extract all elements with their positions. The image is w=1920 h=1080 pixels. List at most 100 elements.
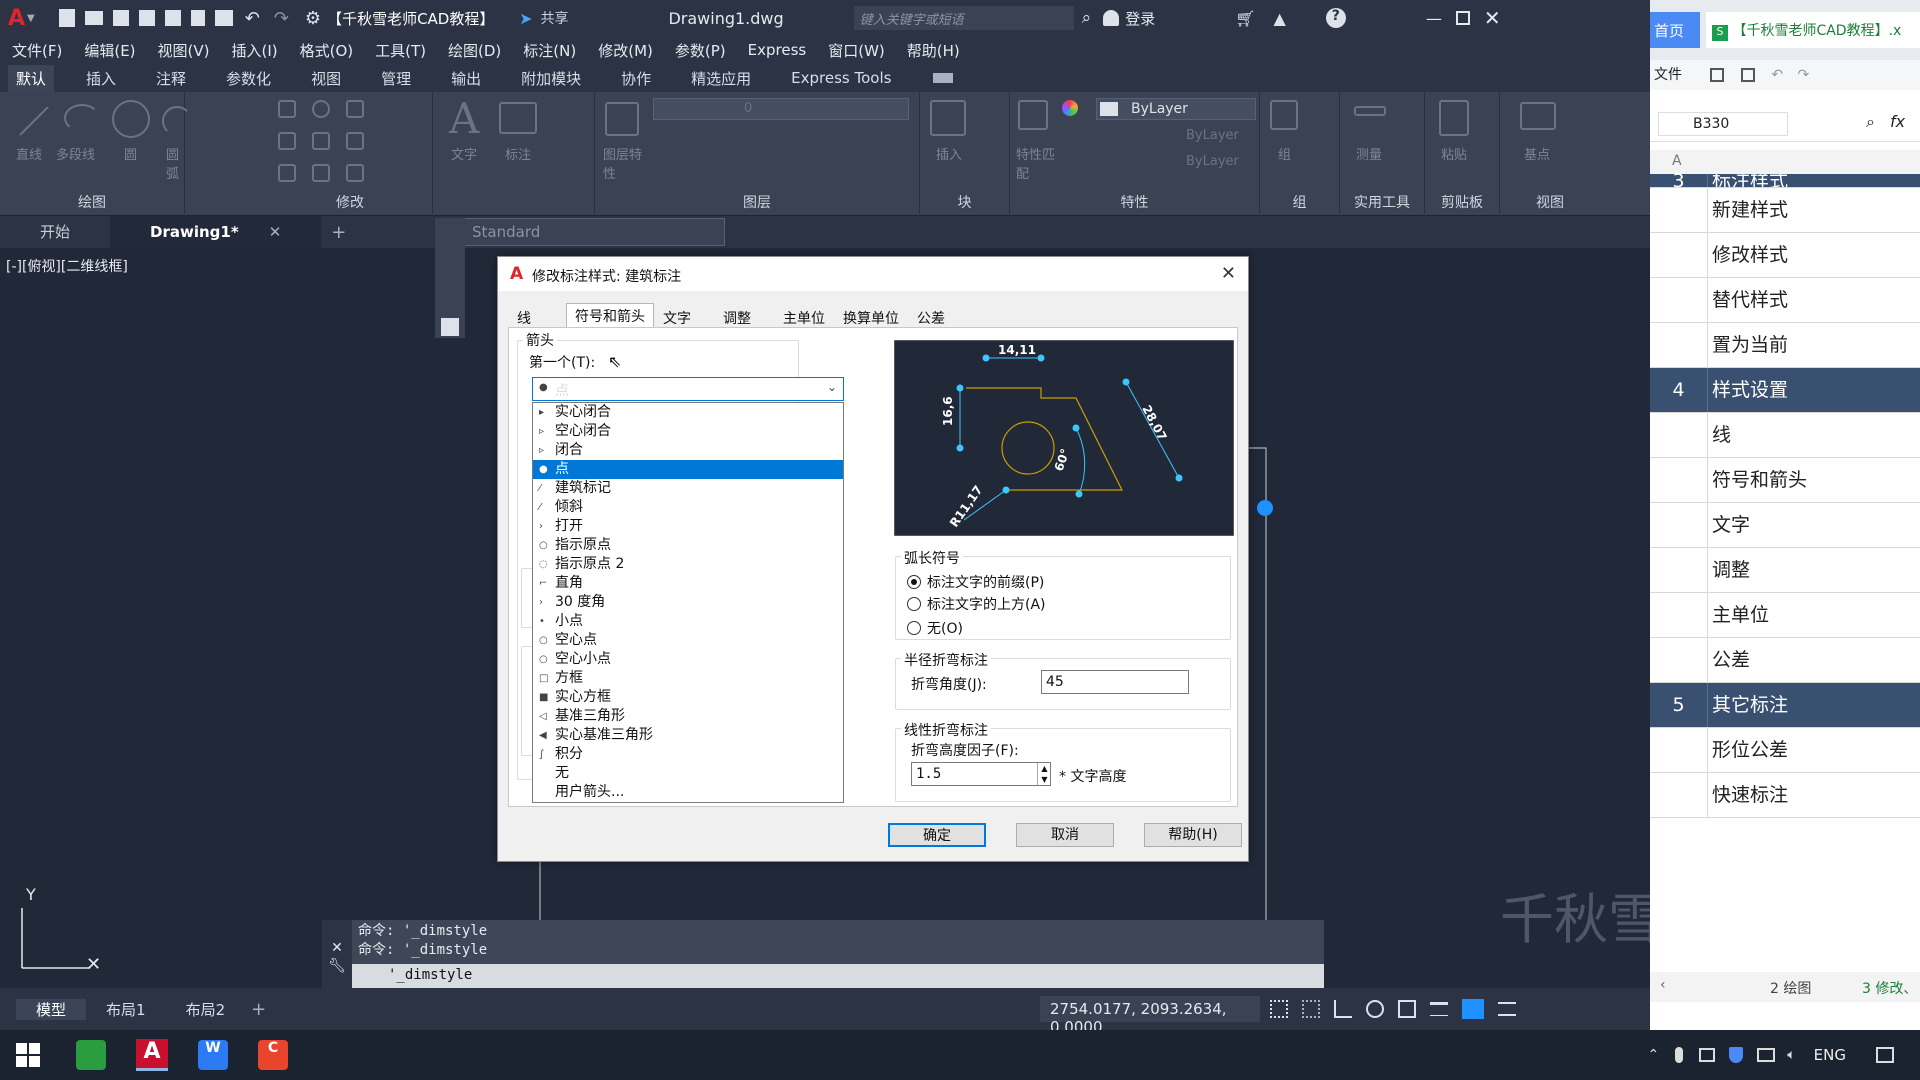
measure-label[interactable]: 测量	[1356, 144, 1382, 163]
sheet-tab-3[interactable]: 3 修改、	[1862, 978, 1917, 998]
arrowhead-option[interactable]: ▹ 闭合	[533, 441, 843, 460]
close-command-icon[interactable]: ✕	[322, 940, 352, 956]
arrowhead-option[interactable]: ○ 空心点	[533, 631, 843, 650]
tab-start[interactable]: 开始	[0, 216, 110, 248]
arrowhead-option[interactable]: ▹ 空心闭合	[533, 422, 843, 441]
jog-angle-input[interactable]: 45	[1041, 670, 1189, 694]
arrowhead-option[interactable]: ⁄ 倾斜	[533, 498, 843, 517]
polar-icon[interactable]	[1366, 1000, 1384, 1018]
search-input[interactable]: 键入关键字或短语	[853, 6, 1074, 30]
polyline-icon[interactable]	[64, 104, 100, 132]
panel-groups-label[interactable]: 组	[1260, 192, 1339, 212]
panel-properties-label[interactable]: 特性	[1010, 192, 1259, 212]
chevron-down-icon[interactable]: ▼	[27, 13, 35, 24]
camtasia-icon[interactable]	[76, 1040, 106, 1070]
redo-icon[interactable]: ↷	[1798, 67, 1810, 83]
circle-tool-label[interactable]: 圆	[124, 144, 137, 163]
tab-tolerances[interactable]: 公差	[908, 305, 954, 327]
move-icon[interactable]	[278, 100, 296, 118]
display-icon[interactable]	[1757, 1048, 1776, 1062]
chevron-down-icon[interactable]: ⌄	[827, 380, 837, 394]
wrench-icon[interactable]: 🔧︎	[322, 958, 352, 974]
lineweight-dropdown[interactable]: ByLayer	[1096, 152, 1256, 174]
spreadsheet-row[interactable]: 新建样式	[1650, 188, 1920, 233]
close-tab-icon[interactable]: ✕	[269, 223, 282, 241]
arrowhead-option[interactable]: ■ 实心方框	[533, 688, 843, 707]
match-properties-icon[interactable]	[1018, 100, 1048, 130]
tab-primary-units[interactable]: 主单位	[774, 305, 834, 327]
redo-icon[interactable]: ↷	[274, 8, 289, 29]
undo-icon[interactable]: ↶	[1771, 67, 1783, 83]
zoom-icon[interactable]: ⌕	[1866, 112, 1875, 132]
ribbon-tab-home[interactable]: 默认	[8, 64, 55, 92]
panel-layers-label[interactable]: 图层	[595, 192, 919, 212]
minimize-icon[interactable]: —	[1426, 9, 1442, 28]
menu-help[interactable]: 帮助(H)	[907, 40, 960, 61]
microphone-icon[interactable]	[1675, 1047, 1684, 1063]
help-button[interactable]: 帮助(H)	[1144, 823, 1242, 847]
fx-icon[interactable]: fx	[1890, 112, 1905, 131]
ribbon-tab-addins[interactable]: 附加模块	[513, 65, 589, 92]
arrowhead-option[interactable]: ● 点	[533, 460, 843, 479]
spreadsheet-row[interactable]: 符号和箭头	[1650, 458, 1920, 503]
base-point-label[interactable]: 基点	[1524, 144, 1550, 163]
paste-icon[interactable]	[1439, 100, 1469, 136]
print-icon[interactable]	[1740, 68, 1755, 82]
spreadsheet-row[interactable]: 4 样式设置	[1650, 368, 1920, 413]
panel-clipboard-label[interactable]: 剪贴板	[1425, 192, 1499, 212]
ribbon-tab-insert[interactable]: 插入	[78, 65, 124, 92]
tab-lines[interactable]: 线	[508, 305, 566, 327]
jog-factor-spinner[interactable]: ▲ ▼	[1037, 763, 1051, 785]
arrowhead-option[interactable]: ◀ 实心基准三角形	[533, 726, 843, 745]
insert-block-icon[interactable]	[930, 100, 966, 136]
dialog-close-icon[interactable]: ✕	[1221, 263, 1236, 284]
add-layout-icon[interactable]: +	[251, 999, 266, 1020]
ortho-icon[interactable]	[1334, 1000, 1352, 1018]
home-tab[interactable]: 首页	[1650, 12, 1700, 48]
ribbon-tab-view[interactable]: 视图	[303, 65, 349, 92]
user-icon[interactable]	[1103, 10, 1120, 26]
spreadsheet-row[interactable]: 3 标注样式	[1650, 172, 1920, 191]
menu-window[interactable]: 窗口(W)	[828, 40, 885, 61]
arrowhead-option[interactable]: ◌ 指示原点 2	[533, 555, 843, 574]
color-dropdown[interactable]: ByLayer	[1096, 98, 1256, 120]
stretch-icon[interactable]	[278, 164, 296, 182]
network-icon[interactable]	[1699, 1048, 1716, 1062]
recorder-icon[interactable]: C	[258, 1040, 288, 1070]
arc-above-radio[interactable]: 标注文字的上方(A)	[907, 594, 1046, 614]
workbook-tab[interactable]: S 【千秋雪老师CAD教程】.x	[1706, 12, 1920, 48]
spreadsheet-row[interactable]: 线	[1650, 413, 1920, 458]
panel-view-label[interactable]: 视图	[1500, 192, 1600, 212]
maximize-icon[interactable]	[1455, 11, 1470, 25]
text-style-dropdown[interactable]: Standard	[435, 218, 725, 246]
arrowhead-option[interactable]: ∫ 积分	[533, 745, 843, 764]
polyline-tool-label[interactable]: 多段线	[56, 144, 95, 163]
linetype-dropdown[interactable]: ByLayer	[1096, 126, 1256, 148]
shield-icon[interactable]	[1729, 1047, 1744, 1063]
line-icon[interactable]	[19, 106, 49, 136]
command-input[interactable]: '_dimstyle	[352, 964, 1324, 988]
send-icon[interactable]: ➤	[519, 9, 532, 28]
lineweight-icon[interactable]	[1430, 1002, 1448, 1016]
ribbon-tab-parametric[interactable]: 参数化	[218, 65, 279, 92]
spreadsheet-row[interactable]: 形位公差	[1650, 728, 1920, 773]
tab-alternate-units[interactable]: 换算单位	[834, 305, 908, 327]
menu-modify[interactable]: 修改(M)	[598, 40, 653, 61]
sheet-nav-left-icon[interactable]: ‹	[1660, 977, 1666, 993]
save-icon[interactable]	[1710, 68, 1725, 82]
login-link[interactable]: 登录	[1125, 8, 1155, 29]
paste-label[interactable]: 粘贴	[1441, 144, 1467, 163]
arrowhead-option[interactable]: › 打开	[533, 517, 843, 536]
arrowhead-option[interactable]: 用户箭头...	[533, 783, 843, 802]
menu-file[interactable]: 文件(F)	[12, 40, 62, 61]
new-file-icon[interactable]	[58, 9, 75, 27]
open-file-icon[interactable]	[84, 11, 103, 25]
spreadsheet-row[interactable]: 文字	[1650, 503, 1920, 548]
spreadsheet-row[interactable]: 置为当前	[1650, 323, 1920, 368]
panel-toggle-icon[interactable]	[933, 73, 954, 83]
panel-modify-label[interactable]: 修改	[268, 192, 432, 212]
ribbon-tab-annotate[interactable]: 注释	[148, 65, 194, 92]
plot-icon[interactable]	[164, 10, 181, 26]
panel-block-label[interactable]: 块	[920, 192, 1009, 212]
spreadsheet-row[interactable]: 快速标注	[1650, 773, 1920, 818]
